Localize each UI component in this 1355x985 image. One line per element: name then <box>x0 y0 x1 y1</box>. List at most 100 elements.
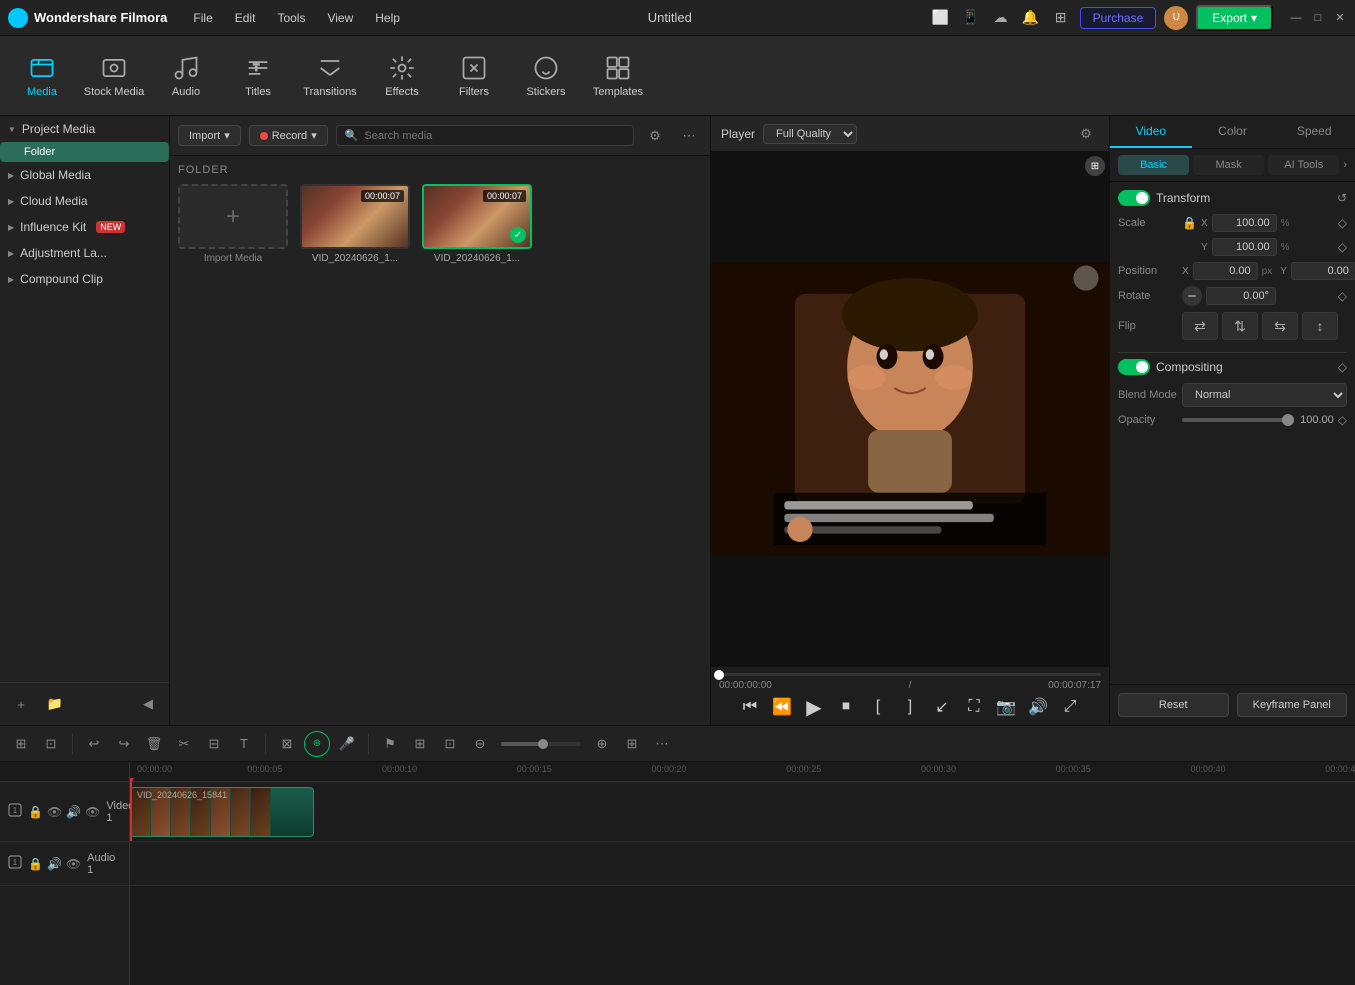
rotate-dial[interactable] <box>1182 286 1202 306</box>
scale-y-keyframe-icon[interactable]: ◇ <box>1338 240 1347 254</box>
menu-file[interactable]: File <box>183 7 222 29</box>
scale-link-icon[interactable]: 🔒 <box>1182 216 1197 230</box>
timeline-zoom-handle[interactable] <box>538 739 548 749</box>
tool-media[interactable]: Media <box>8 42 76 110</box>
menu-view[interactable]: View <box>317 7 363 29</box>
compositing-toggle[interactable]: Compositing <box>1118 359 1223 375</box>
bell-icon[interactable]: 🔔 <box>1020 7 1042 29</box>
tl-ripple-button[interactable]: ⊟ <box>201 731 227 757</box>
minimize-window-icon[interactable]: ⬜ <box>930 7 952 29</box>
player-overlay-icon[interactable]: ⊞ <box>1085 156 1105 176</box>
volume-button[interactable]: 🔊 <box>1026 695 1050 719</box>
tl-group-button[interactable]: ⊡ <box>38 731 64 757</box>
search-box[interactable]: 🔍 <box>336 125 634 146</box>
sidebar-item-project-media[interactable]: ▼ Project Media <box>0 116 169 142</box>
filter-icon[interactable]: ⚙ <box>642 123 668 149</box>
tool-transitions[interactable]: Transitions <box>296 42 364 110</box>
step-back-button[interactable]: ⏪ <box>770 695 794 719</box>
tool-stock-media[interactable]: Stock Media <box>80 42 148 110</box>
opacity-handle[interactable] <box>1282 414 1294 426</box>
transform-reset-icon[interactable]: ↺ <box>1337 191 1347 205</box>
subtab-ai-tools[interactable]: AI Tools <box>1268 155 1339 175</box>
import-media-item[interactable]: + Import Media <box>178 184 288 264</box>
position-y-input[interactable] <box>1291 262 1355 280</box>
menu-tools[interactable]: Tools <box>267 7 315 29</box>
progress-handle[interactable] <box>714 670 724 680</box>
tool-templates[interactable]: Templates <box>584 42 652 110</box>
tl-marker-button[interactable]: ⚑ <box>377 731 403 757</box>
grid-icon[interactable]: ⊞ <box>1050 7 1072 29</box>
menu-edit[interactable]: Edit <box>225 7 266 29</box>
tl-delete-button[interactable]: 🗑 <box>141 731 167 757</box>
add-to-timeline-button[interactable]: ↙ <box>930 695 954 719</box>
transform-toggle[interactable]: Transform <box>1118 190 1210 206</box>
video1-lock-icon[interactable]: 🔒 <box>28 805 43 819</box>
flip-vertical-button[interactable]: ⇅ <box>1222 312 1258 340</box>
tab-video[interactable]: Video <box>1110 116 1192 148</box>
tl-split-button[interactable]: ⊠ <box>274 731 300 757</box>
scale-x-input[interactable] <box>1212 214 1277 232</box>
tool-titles[interactable]: T Titles <box>224 42 292 110</box>
sidebar-item-cloud-media[interactable]: ▶ Cloud Media <box>0 188 169 214</box>
mark-in-button[interactable]: [ <box>866 695 890 719</box>
compositing-toggle-switch[interactable] <box>1118 359 1150 375</box>
compositing-reset-icon[interactable]: ◇ <box>1338 360 1347 374</box>
progress-bar[interactable] <box>719 673 1101 676</box>
media-thumb-vid2[interactable]: 00:00:07 ✓ <box>422 184 532 249</box>
more-options-icon[interactable]: ⋯ <box>676 123 702 149</box>
reset-button[interactable]: Reset <box>1118 693 1229 717</box>
tab-speed[interactable]: Speed <box>1273 116 1355 148</box>
import-button[interactable]: Import ▾ <box>178 125 241 146</box>
media-item-vid2[interactable]: 00:00:07 ✓ VID_20240626_1... <box>422 184 532 264</box>
flip-v2-button[interactable]: ↕ <box>1302 312 1338 340</box>
opacity-slider[interactable] <box>1182 418 1294 422</box>
tl-speed-button[interactable]: ⊡ <box>437 731 463 757</box>
video1-visible-icon[interactable]: 👁 <box>85 805 100 819</box>
flip-h2-button[interactable]: ⇄ <box>1262 312 1298 340</box>
tl-cut-button[interactable]: ✂ <box>171 731 197 757</box>
video1-hide-icon[interactable]: 👁 <box>47 805 62 819</box>
tool-effects[interactable]: Effects <box>368 42 436 110</box>
win-close-button[interactable]: ✕ <box>1333 11 1347 25</box>
tl-snap-button[interactable]: ⊕ <box>304 731 330 757</box>
subtabs-more-arrow[interactable]: › <box>1343 155 1347 175</box>
flip-horizontal-button[interactable]: ⇄ <box>1182 312 1218 340</box>
video1-volume-icon[interactable]: 🔊 <box>66 805 81 819</box>
win-maximize-button[interactable]: □ <box>1311 11 1325 25</box>
blend-mode-select[interactable]: Normal <box>1182 383 1347 407</box>
media-item-vid1[interactable]: 00:00:07 VID_20240626_1... <box>300 184 410 264</box>
tl-redo-button[interactable]: ↪ <box>111 731 137 757</box>
rotate-input[interactable] <box>1206 287 1276 305</box>
scale-y-input[interactable] <box>1212 238 1277 256</box>
device-icon[interactable]: 📱 <box>960 7 982 29</box>
subtab-mask[interactable]: Mask <box>1193 155 1264 175</box>
audio1-hide-icon[interactable]: 👁 <box>66 857 81 871</box>
play-button[interactable]: ▶ <box>802 695 826 719</box>
expand-button[interactable]: ⤢ <box>1058 695 1082 719</box>
tool-stickers[interactable]: Stickers <box>512 42 580 110</box>
opacity-keyframe-icon[interactable]: ◇ <box>1338 413 1347 427</box>
audio1-lock-icon[interactable]: 🔒 <box>28 857 43 871</box>
user-avatar[interactable]: U <box>1164 6 1188 30</box>
keyframe-panel-button[interactable]: Keyframe Panel <box>1237 693 1348 717</box>
tool-audio[interactable]: Audio <box>152 42 220 110</box>
tool-filters[interactable]: Filters <box>440 42 508 110</box>
sidebar-item-influence-kit[interactable]: ▶ Influence Kit NEW <box>0 214 169 240</box>
panel-collapse-icon[interactable]: ◀ <box>135 691 161 717</box>
tl-plus-button[interactable]: ⊕ <box>589 731 615 757</box>
subtab-basic[interactable]: Basic <box>1118 155 1189 175</box>
purchase-button[interactable]: Purchase <box>1080 7 1157 29</box>
tl-pip-button[interactable]: ⊞ <box>407 731 433 757</box>
win-minimize-button[interactable]: — <box>1289 11 1303 25</box>
scale-x-keyframe-icon[interactable]: ◇ <box>1338 216 1347 230</box>
tl-grid-button[interactable]: ⊞ <box>619 731 645 757</box>
quality-select[interactable]: Full Quality <box>763 124 857 144</box>
media-thumb-vid1[interactable]: 00:00:07 <box>300 184 410 249</box>
panel-add-icon[interactable]: + <box>8 691 34 717</box>
tl-audio-button[interactable]: 🎤 <box>334 731 360 757</box>
mark-out-button[interactable]: ] <box>898 695 922 719</box>
fullscreen-button[interactable]: ⛶ <box>962 695 986 719</box>
tl-title-button[interactable]: T <box>231 731 257 757</box>
sidebar-item-adjustment-layers[interactable]: ▶ Adjustment La... <box>0 240 169 266</box>
video1-clip[interactable]: VID_20240626_15841 <box>130 787 314 837</box>
